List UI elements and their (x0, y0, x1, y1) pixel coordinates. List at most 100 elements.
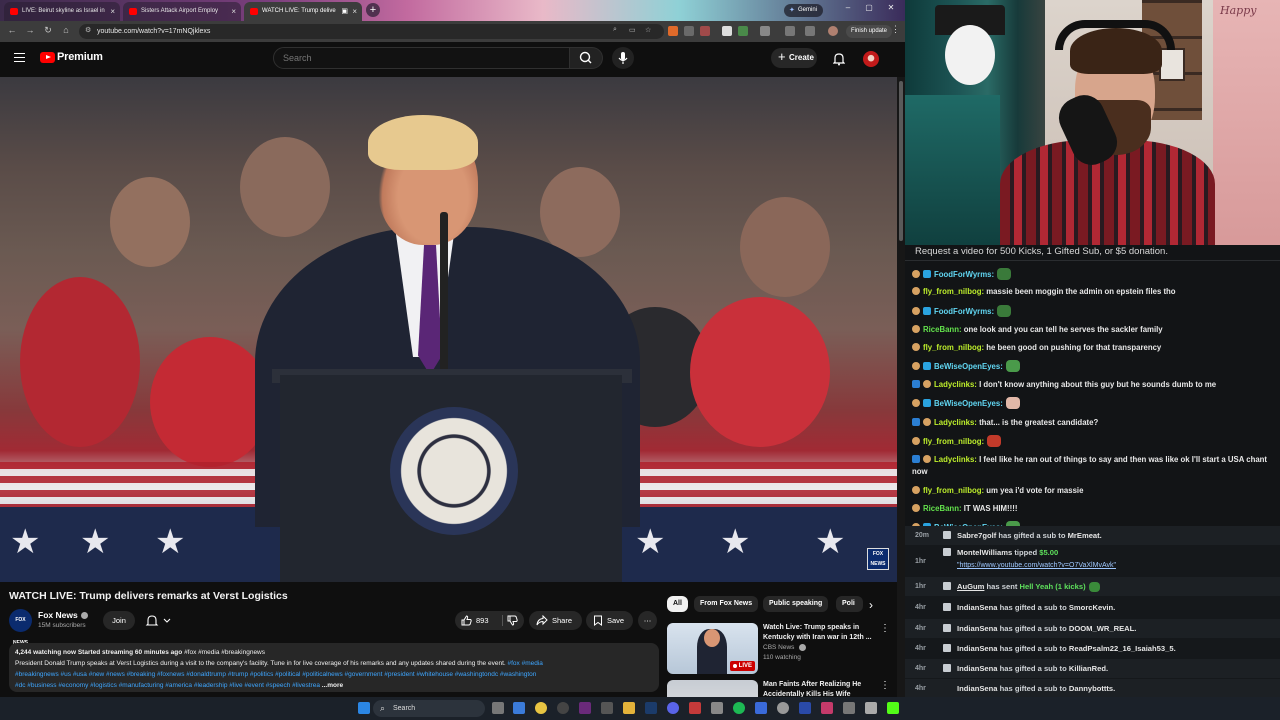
chevron-right-icon[interactable]: › (869, 598, 873, 612)
voice-search-button[interactable] (612, 47, 634, 69)
new-tab-button[interactable]: + (366, 3, 380, 17)
more-options-icon[interactable]: ⋮ (880, 680, 890, 691)
chip-from-fox-news[interactable]: From Fox News (694, 596, 759, 612)
hashtag-line[interactable]: #dc #business #economy #logistics #manuf… (15, 682, 320, 689)
channel-name-link[interactable]: Fox News (38, 610, 88, 620)
back-icon[interactable]: ← (6, 25, 18, 35)
chat-username[interactable]: RiceBann: (923, 504, 962, 513)
reload-icon[interactable]: ↻ (42, 25, 54, 36)
search-button[interactable] (570, 47, 603, 69)
close-icon[interactable]: × (231, 2, 236, 21)
sidebar-icon[interactable] (785, 26, 795, 36)
hashtag-line[interactable]: #breakingnews #us #usa #new #news #break… (15, 669, 653, 680)
home-icon[interactable]: ⌂ (60, 25, 72, 35)
bookmark-star-icon[interactable]: ☆ (645, 26, 651, 34)
event-link[interactable]: "https://www.youtube.com/watch?v=O7VaXlM… (957, 562, 1116, 569)
chat-username[interactable]: fly_from_nilbog: (923, 343, 984, 352)
tab-airport[interactable]: Sisters Attack Airport Employ × (123, 2, 241, 21)
page-scrollbar[interactable] (897, 77, 905, 697)
close-icon[interactable]: × (110, 2, 115, 21)
thumbs-down-icon[interactable] (507, 615, 518, 626)
more-actions-icon[interactable]: ⋯ (638, 611, 657, 630)
app-icon[interactable] (777, 702, 789, 714)
show-more-link[interactable]: ...more (322, 682, 343, 689)
share-button[interactable]: Share (529, 611, 582, 630)
recommendation-item[interactable]: Man Faints After Realizing He Accidental… (667, 680, 892, 697)
chat-username[interactable]: FoodForWyrms: (934, 307, 994, 316)
chip-politics[interactable]: Poli (836, 596, 863, 612)
minimize-icon[interactable]: – (841, 3, 855, 12)
gemini-button[interactable]: Gemini (784, 4, 824, 17)
app-icon[interactable] (821, 702, 833, 714)
app-icon[interactable] (689, 702, 701, 714)
recommendation-item[interactable]: LIVE Watch Live: Trump speaks in Kentuck… (667, 623, 892, 678)
channel-avatar[interactable]: FOX NEWS (9, 609, 32, 646)
chat-username[interactable]: Ladyclinks: (934, 380, 977, 389)
finish-update-button[interactable]: Finish update (846, 25, 893, 38)
chat-username[interactable]: fly_from_nilbog: (923, 287, 984, 296)
chat-username[interactable]: Ladyclinks: (934, 455, 977, 464)
chat-username[interactable]: BeWiseOpenEyes: (934, 362, 1003, 371)
chip-all[interactable]: All (667, 596, 688, 612)
youtube-logo-icon[interactable] (40, 52, 55, 63)
thumbs-up-icon[interactable] (461, 615, 472, 626)
app-icon[interactable] (711, 702, 723, 714)
download-icon[interactable] (805, 26, 815, 36)
chat-username[interactable]: FoodForWyrms: (934, 270, 994, 279)
like-count[interactable]: 893 (476, 611, 489, 630)
app-icon[interactable] (799, 702, 811, 714)
chrome-icon[interactable] (535, 702, 547, 714)
youtube-premium-logo[interactable]: Premium (57, 51, 103, 63)
recommendation-title[interactable]: Man Faints After Realizing He Accidental… (763, 680, 875, 697)
forward-icon[interactable]: → (24, 25, 36, 35)
chat-username[interactable]: fly_from_nilbog: (923, 486, 984, 495)
subscription-bell-dropdown[interactable] (144, 612, 176, 629)
search-input[interactable] (273, 47, 570, 69)
edge-icon[interactable] (513, 702, 525, 714)
close-window-icon[interactable]: ✕ (884, 3, 898, 12)
profile-avatar[interactable] (828, 26, 838, 36)
site-info-icon[interactable]: ⚙ (85, 26, 91, 34)
tab-beirut[interactable]: LIVE: Beirut skyline as Israel in × (4, 2, 120, 21)
video-thumbnail[interactable] (667, 680, 758, 697)
file-explorer-icon[interactable] (623, 702, 635, 714)
notifications-bell-icon[interactable] (833, 52, 845, 66)
scrollbar-thumb[interactable] (899, 81, 903, 241)
app-icon[interactable] (843, 702, 855, 714)
audio-icon[interactable]: ▣ (341, 2, 348, 21)
close-icon[interactable]: × (352, 2, 357, 21)
video-player[interactable]: ★ ★ ★ ★ ★ ★ SEAL OF THE PRESIDENT OF THE… (0, 77, 897, 582)
url-bar[interactable]: ⚙ youtube.com/watch?v=17mNQjklexs ⌕ ▭ ☆ (79, 24, 664, 39)
extension-icon[interactable] (700, 26, 710, 36)
extension-icon[interactable] (722, 26, 732, 36)
app-icon[interactable] (579, 702, 591, 714)
create-button[interactable]: Create (771, 47, 817, 68)
tab-watch-live[interactable]: WATCH LIVE: Trump delive ▣ × (244, 2, 362, 21)
discord-icon[interactable] (667, 702, 679, 714)
chat-username[interactable]: BeWiseOpenEyes: (934, 399, 1003, 408)
task-view-icon[interactable] (492, 702, 504, 714)
zoom-icon[interactable]: ⌕ (613, 26, 617, 34)
save-button[interactable]: Save (586, 611, 633, 630)
app-icon[interactable] (601, 702, 613, 714)
obs-icon[interactable] (557, 702, 569, 714)
chat-username[interactable]: RiceBann: (923, 325, 962, 334)
extensions-puzzle-icon[interactable] (760, 26, 770, 36)
steam-icon[interactable] (645, 702, 657, 714)
hashtag-link[interactable]: #fox #media (508, 660, 543, 667)
recommendation-title[interactable]: Watch Live: Trump speaks in Kentucky wit… (763, 623, 875, 643)
cast-icon[interactable]: ▭ (629, 26, 636, 34)
browser-menu-icon[interactable]: ⋮ (891, 24, 900, 35)
app-icon[interactable] (865, 702, 877, 714)
chat-username[interactable]: fly_from_nilbog: (923, 437, 984, 446)
chip-public-speaking[interactable]: Public speaking (763, 596, 829, 612)
hamburger-menu-icon[interactable] (14, 53, 25, 62)
chat-username[interactable]: Ladyclinks: (934, 418, 977, 427)
more-options-icon[interactable]: ⋮ (880, 623, 890, 634)
description-box[interactable]: 4,244 watching now Started streaming 60 … (9, 643, 659, 692)
video-thumbnail[interactable]: LIVE (667, 623, 758, 674)
taskbar-search[interactable]: Search (373, 700, 485, 717)
spotify-icon[interactable] (733, 702, 745, 714)
kick-app-icon[interactable] (887, 702, 899, 714)
join-button[interactable]: Join (103, 611, 135, 630)
